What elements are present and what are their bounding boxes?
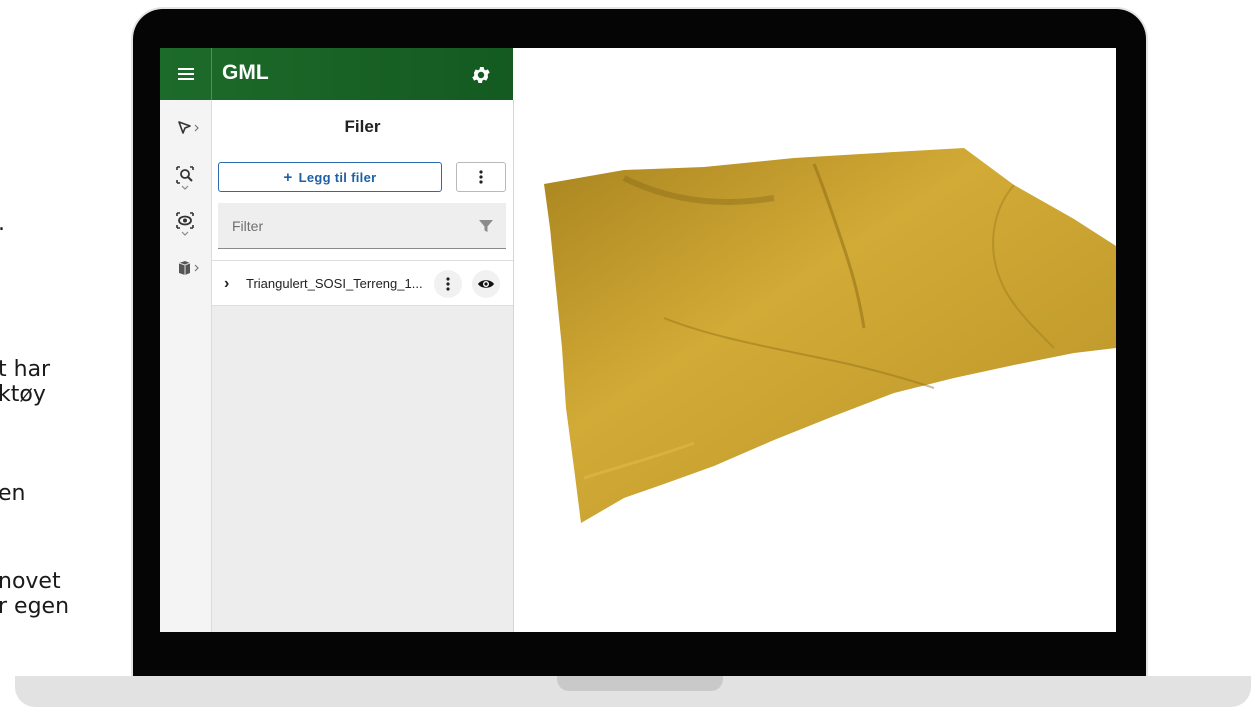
gear-icon[interactable] xyxy=(470,64,492,86)
text-fragment: t har xyxy=(0,357,51,382)
file-list-item[interactable]: › Triangulert_SOSI_Terreng_1... xyxy=(212,260,513,306)
filter-placeholder: Filter xyxy=(232,218,264,234)
layers-tool-button[interactable] xyxy=(170,256,202,284)
app-header: GML xyxy=(160,48,513,100)
visibility-eye-icon xyxy=(176,212,194,236)
eye-icon xyxy=(478,280,494,288)
select-tool-button[interactable] xyxy=(170,114,202,142)
text-fragment: novet xyxy=(0,569,61,594)
hamburger-menu-icon xyxy=(177,68,194,80)
layers-cube-icon xyxy=(178,261,199,275)
text-fragment: ktøy xyxy=(0,382,46,407)
plus-icon: + xyxy=(283,168,293,186)
panel-title: Filer xyxy=(344,117,381,136)
panel-more-button[interactable] xyxy=(456,162,506,192)
text-fragment: . xyxy=(0,212,5,236)
tool-rail xyxy=(160,100,212,632)
background-marketing-text: . t har ktøy en novet r egen xyxy=(0,0,140,707)
text-fragment: r egen xyxy=(0,594,70,619)
more-vertical-icon xyxy=(446,277,450,291)
funnel-filter-icon xyxy=(479,220,493,232)
filter-input[interactable]: Filter xyxy=(218,203,506,249)
app-title: GML xyxy=(222,61,269,84)
chevron-right-icon[interactable]: › xyxy=(224,275,229,293)
laptop-notch xyxy=(557,676,723,691)
add-files-label: Legg til filer xyxy=(298,169,377,185)
text-fragment: en xyxy=(0,481,26,506)
panel-header-area: Filer + Legg til filer Filter xyxy=(212,100,513,260)
map-3d-viewport[interactable] xyxy=(514,48,1116,632)
visibility-tool-button[interactable] xyxy=(170,208,202,236)
menu-button[interactable] xyxy=(160,48,212,100)
toggle-visibility-button[interactable] xyxy=(472,270,500,298)
files-panel: Filer + Legg til filer Filter › Triangul… xyxy=(212,100,514,632)
file-name: Triangulert_SOSI_Terreng_1... xyxy=(246,276,423,291)
terrain-mesh xyxy=(544,148,1116,523)
add-files-button[interactable]: + Legg til filer xyxy=(218,162,442,192)
zoom-tool-button[interactable] xyxy=(170,162,202,190)
select-pointer-icon xyxy=(178,121,199,134)
zoom-search-icon xyxy=(176,166,194,190)
app-screen: GML Filer + Legg til filer Filter › Tria… xyxy=(160,48,1116,632)
more-vertical-icon xyxy=(479,170,483,184)
file-more-button[interactable] xyxy=(434,270,462,298)
